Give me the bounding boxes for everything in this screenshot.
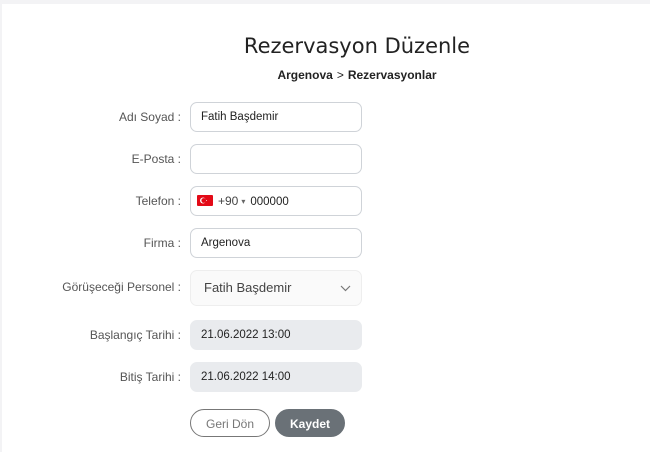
staff-row: Görüşeceği Personel : Fatih Başdemir bbox=[2, 270, 650, 306]
save-button[interactable]: Kaydet bbox=[275, 409, 345, 437]
phone-label: Telefon : bbox=[135, 194, 181, 208]
end-date-input[interactable]: 21.06.2022 14:00 bbox=[190, 362, 362, 392]
phone-number[interactable]: 000000 bbox=[250, 196, 288, 208]
end-row: Bitiş Tarihi : 21.06.2022 14:00 bbox=[2, 362, 650, 392]
phone-input[interactable]: +90 ▾ 000000 bbox=[190, 186, 362, 216]
name-input[interactable]: Fatih Başdemir bbox=[190, 102, 362, 132]
chevron-down-icon bbox=[340, 271, 351, 319]
breadcrumb: Argenova > Rezervasyonlar bbox=[2, 68, 650, 82]
start-label: Başlangıç Tarihi : bbox=[89, 328, 181, 342]
turkey-flag-icon[interactable] bbox=[197, 195, 213, 206]
breadcrumb-separator: > bbox=[336, 68, 344, 82]
company-label: Firma : bbox=[143, 236, 181, 250]
staff-select[interactable]: Fatih Başdemir bbox=[190, 270, 362, 306]
staff-label: Görüşeceği Personel : bbox=[62, 280, 181, 294]
start-date-input[interactable]: 21.06.2022 13:00 bbox=[190, 320, 362, 350]
email-input[interactable] bbox=[190, 144, 362, 174]
start-row: Başlangıç Tarihi : 21.06.2022 13:00 bbox=[2, 320, 650, 350]
phone-row: Telefon : +90 ▾ 000000 bbox=[2, 186, 650, 216]
company-input[interactable]: Argenova bbox=[190, 228, 362, 258]
breadcrumb-current: Rezervasyonlar bbox=[347, 68, 437, 82]
company-row: Firma : Argenova bbox=[2, 228, 650, 258]
email-row: E-Posta : bbox=[2, 144, 650, 174]
page-card: Rezervasyon Düzenle Argenova > Rezervasyon… bbox=[2, 4, 650, 452]
name-row: Adı Soyad : Fatih Başdemir bbox=[2, 102, 650, 132]
breadcrumb-root[interactable]: Argenova bbox=[277, 68, 332, 82]
end-label: Bitiş Tarihi : bbox=[119, 370, 181, 384]
staff-selected-value: Fatih Başdemir bbox=[204, 280, 292, 295]
caret-down-icon[interactable]: ▾ bbox=[241, 197, 245, 206]
dial-code[interactable]: +90 bbox=[218, 194, 238, 208]
name-label: Adı Soyad : bbox=[118, 110, 181, 124]
page-title: Rezervasyon Düzenle bbox=[243, 34, 471, 58]
back-button[interactable]: Geri Dön bbox=[190, 409, 270, 437]
email-label: E-Posta : bbox=[131, 152, 181, 166]
